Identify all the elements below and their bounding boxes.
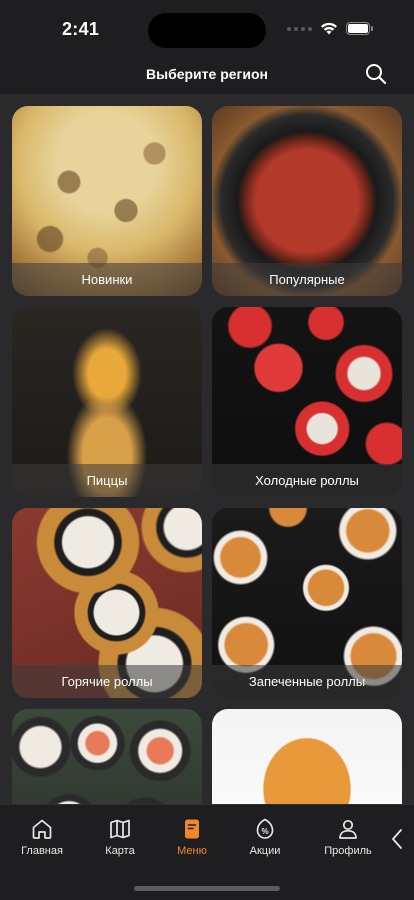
tab-map[interactable]: Карта — [85, 817, 155, 863]
category-tile-hot-rolls[interactable]: Горячие роллы — [12, 508, 202, 698]
category-tile-popular[interactable]: Популярные — [212, 106, 402, 296]
tab-promotions[interactable]: % Акции — [230, 817, 300, 863]
status-time: 2:41 — [62, 19, 100, 39]
status-bar: 2:41 — [0, 0, 414, 58]
tab-label: Акции — [249, 845, 281, 857]
category-label: Запеченные роллы — [212, 665, 402, 698]
category-tile-sets[interactable] — [12, 709, 202, 804]
dynamic-island — [148, 13, 266, 48]
tab-label: Профиль — [324, 845, 372, 857]
sushi-set-image — [12, 709, 202, 804]
category-label: Новинки — [12, 263, 202, 296]
tab-menu[interactable]: Меню — [157, 817, 227, 863]
region-selector[interactable]: Выберите регион — [0, 66, 414, 82]
tab-home[interactable]: Главная — [7, 817, 77, 863]
burger-image — [212, 709, 402, 804]
category-tile-new[interactable]: Новинки — [12, 106, 202, 296]
tab-label: Карта — [105, 845, 135, 857]
category-label: Пиццы — [12, 464, 202, 497]
category-tile-pizza[interactable]: Пиццы — [12, 307, 202, 497]
tab-label: Главная — [21, 845, 63, 857]
status-icons — [287, 22, 374, 35]
category-grid[interactable]: Новинки Популярные Пиццы Холодные роллы … — [0, 94, 414, 804]
signal-icon — [287, 26, 312, 31]
discount-icon: % — [256, 818, 274, 839]
menu-icon — [185, 819, 199, 839]
chevron-left-icon[interactable] — [390, 827, 404, 851]
tab-label: Меню — [177, 845, 207, 857]
search-icon[interactable] — [364, 62, 388, 86]
category-tile-baked-rolls[interactable]: Запеченные роллы — [212, 508, 402, 698]
tab-profile[interactable]: Профиль — [313, 817, 383, 863]
battery-icon — [346, 22, 373, 35]
category-tile-cold-rolls[interactable]: Холодные роллы — [212, 307, 402, 497]
header: Выберите регион — [0, 58, 414, 94]
wifi-icon — [321, 22, 337, 35]
category-tile-burgers[interactable] — [212, 709, 402, 804]
category-label: Холодные роллы — [212, 464, 402, 497]
svg-text:%: % — [261, 827, 268, 836]
category-label: Популярные — [212, 263, 402, 296]
map-icon — [110, 819, 130, 839]
tab-bar: Главная Карта Меню % Акции Профиль — [0, 804, 414, 900]
profile-icon — [339, 819, 357, 839]
home-indicator[interactable] — [134, 886, 280, 891]
home-icon — [32, 819, 52, 839]
category-label: Горячие роллы — [12, 665, 202, 698]
